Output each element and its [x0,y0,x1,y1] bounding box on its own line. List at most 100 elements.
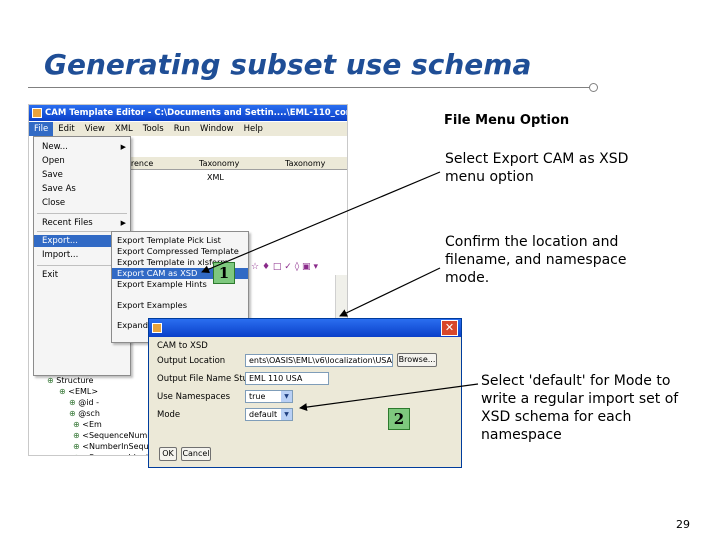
editor-titlebar: CAM Template Editor - C:\Documents and S… [29,105,348,121]
file-menu-item-label: Export... [42,236,78,246]
export-submenu-item[interactable]: Export Examples [112,300,248,311]
menu-file[interactable]: File [29,122,54,136]
tree-node[interactable]: ⊕ <SequenceIdent [73,452,149,455]
menu-separator [37,213,127,214]
tree-node-label: <NumberInSequ [82,442,149,451]
tree-node[interactable]: ⊕ Structure [47,375,93,386]
menu-help[interactable]: Help [239,122,268,136]
select-default-note: Select 'default' for Mode to write a reg… [481,372,678,444]
export-submenu-item[interactable]: Export Template Pick List [112,235,248,246]
file-menu-item[interactable]: Save As [34,183,130,195]
page-number: 29 [676,518,690,531]
file-menu-item-label: Import... [42,250,79,260]
export-submenu-item[interactable]: Export Compressed Template [112,246,248,257]
tree-node-icon: ⊕ [73,442,83,451]
chevron-down-icon[interactable]: ▼ [281,391,292,402]
use-namespaces-value: true [249,392,266,401]
browse-button[interactable]: Browse... [397,353,437,367]
file-menu-option-label: File Menu Option [444,113,570,128]
tree-node[interactable]: ⊕ @sch [69,408,100,419]
ok-button[interactable]: OK [159,447,177,461]
mode-label: Mode [157,410,181,420]
close-icon[interactable]: ✕ [441,320,458,336]
column-taxonomy-2[interactable]: Taxonomy [285,157,325,170]
tree-node[interactable]: ⊕ <Em [73,419,102,430]
file-menu-item-label: Save [42,170,63,180]
toolbar-icon-4[interactable]: ✓ [284,262,292,272]
output-location-field[interactable]: ents\OASIS\EML\v6\localization\USA [245,354,393,367]
toolbar-icon-1[interactable]: ☆ [251,262,259,272]
tree-node[interactable]: ⊕ <NumberInSequ [73,441,149,452]
tree-node[interactable]: ⊕ <SequenceNumb [73,430,152,441]
menu-edit[interactable]: Edit [53,122,79,136]
editor-window-title: CAM Template Editor - C:\Documents and S… [45,108,348,118]
confirm-location-line-2: filename, and namespace [445,252,627,268]
menu-xml[interactable]: XML [110,122,138,136]
file-menu-item[interactable]: Save [34,169,130,181]
menu-window[interactable]: Window [195,122,239,136]
output-file-label: Output File Name Stub [157,374,254,384]
slide-title: Generating subset use schema [44,48,532,81]
step-marker-2: 2 [388,408,410,430]
tree-node[interactable]: ⊕ <EML> [59,386,98,397]
step-marker-1: 1 [213,262,235,284]
tree-node-icon: ⊕ [73,420,83,429]
tree-node-label: <SequenceNumb [82,431,153,440]
tree-node-icon: ⊕ [69,398,79,407]
file-menu-item-label: New... [42,142,68,152]
chevron-right-icon: ▶ [120,143,126,151]
toolbar-icon-7[interactable]: ▾ [313,262,318,272]
file-menu-item[interactable]: Recent Files ▶ [34,217,130,229]
select-export-note: Select Export CAM as XSD menu option [445,150,628,186]
output-location-label: Output Location [157,356,226,366]
menu-tools[interactable]: Tools [138,122,169,136]
select-default-line-1: Select 'default' for Mode to [481,373,671,389]
file-menu-item-label: Recent Files [42,218,93,228]
toolbar-icon-2[interactable]: ♦ [262,262,270,272]
title-divider [28,87,593,88]
confirm-location-note: Confirm the location and filename, and n… [445,233,627,287]
arrow-to-dialog [339,267,441,317]
mode-value: default [249,410,278,419]
file-menu-item[interactable]: New... ▶ [34,141,130,153]
select-default-line-4: namespace [481,427,562,443]
tree-node-label: <Em [82,420,102,429]
mode-select[interactable]: default ▼ [245,408,293,421]
editor-toolbar: ☆ ♦ □ ✓ ◊ ▣ ▾ [251,260,347,274]
dialog-titlebar: ✕ [149,319,461,337]
title-divider-end [589,83,598,92]
tree-node-label: @sch [78,409,100,418]
file-menu-item-label: Save As [42,184,76,194]
menu-run[interactable]: Run [169,122,195,136]
dialog-app-icon [152,323,162,333]
file-menu-item-label: Exit [42,270,59,280]
select-export-line-2: menu option [445,169,534,185]
menu-view[interactable]: View [80,122,110,136]
confirm-location-line-3: mode. [445,270,490,286]
file-menu-item[interactable]: Close [34,197,130,209]
toolbar-icon-5[interactable]: ◊ [295,262,299,272]
file-menu-item[interactable]: Open [34,155,130,167]
column-taxonomy-1[interactable]: Taxonomy [199,157,239,170]
tree-node[interactable]: ⊕ @id - [69,397,99,408]
file-menu-item-label: Open [42,156,65,166]
output-file-field[interactable]: EML 110 USA [245,372,329,385]
grid-cell-xml: XML [207,173,224,182]
chevron-right-icon: ▶ [120,219,126,227]
chevron-down-icon[interactable]: ▼ [281,409,292,420]
tree-node-icon: ⊕ [73,431,83,440]
tree-node-label: <SequenceIdent [82,453,149,455]
cancel-button[interactable]: Cancel [181,447,211,461]
tree-node-icon: ⊕ [59,387,69,396]
dialog-heading: CAM to XSD [157,341,208,351]
cam-to-xsd-dialog: ✕ CAM to XSD Output Location ents\OASIS\… [148,318,462,468]
grid-header: Reference Taxonomy Taxonomy [109,157,347,170]
toolbar-icon-6[interactable]: ▣ [302,262,311,272]
use-namespaces-label: Use Namespaces [157,392,231,402]
toolbar-icon-3[interactable]: □ [273,262,282,272]
select-export-line-1: Select Export CAM as XSD [445,151,629,167]
use-namespaces-select[interactable]: true ▼ [245,390,293,403]
app-icon [32,108,42,118]
file-menu-item-label: Close [42,198,66,208]
tree-node-icon: ⊕ [73,453,82,455]
